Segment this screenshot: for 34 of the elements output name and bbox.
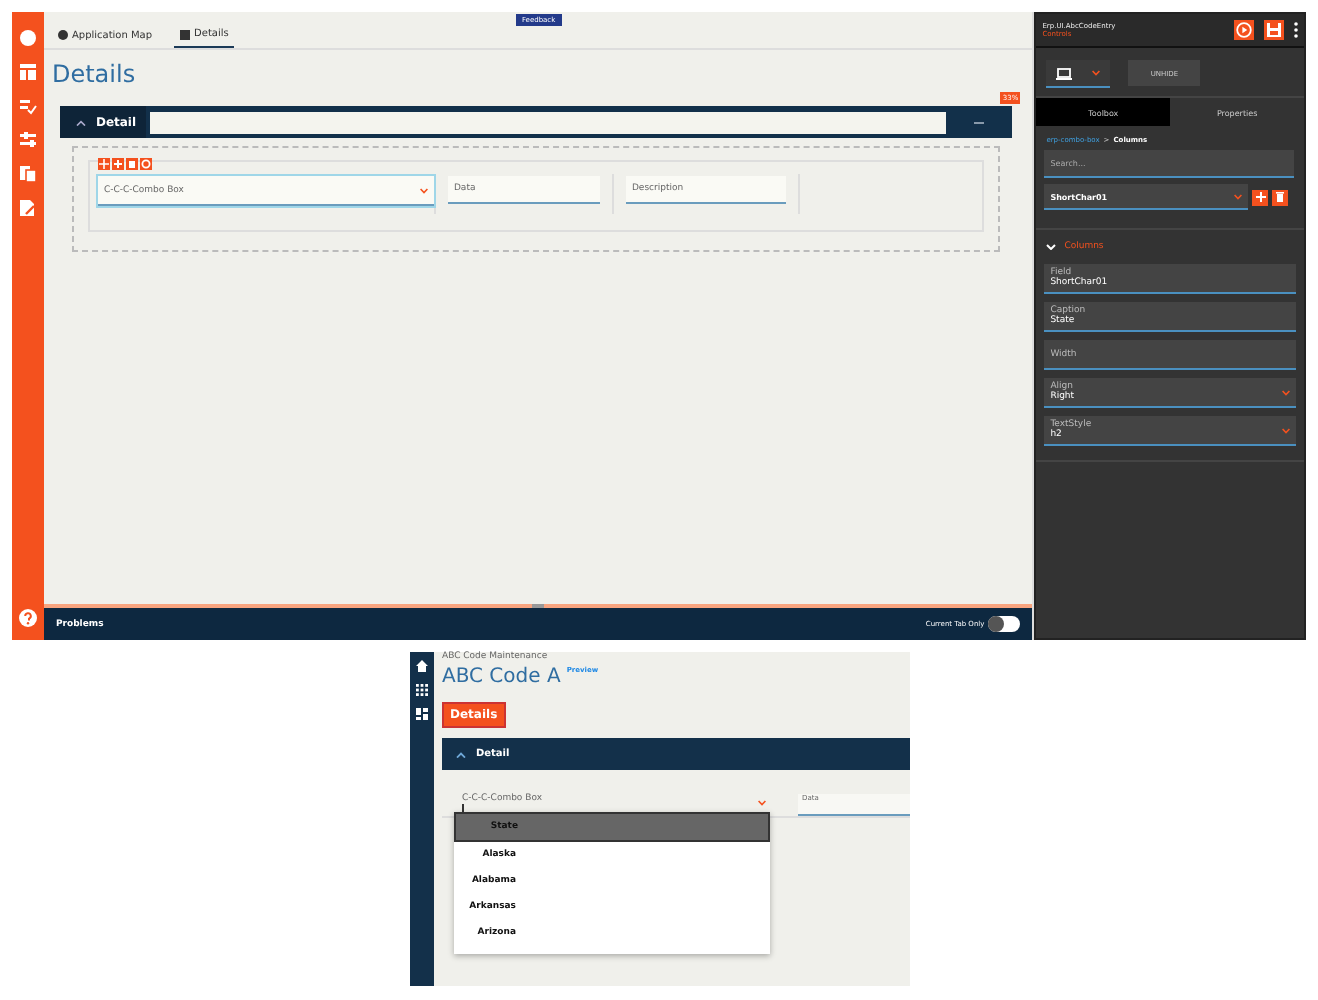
device-dropdown[interactable] <box>1046 60 1111 88</box>
caret-icon <box>1282 427 1290 433</box>
caret-icon <box>1234 193 1243 199</box>
checklist-icon[interactable] <box>17 96 38 116</box>
save-icon <box>1266 22 1282 38</box>
add-button[interactable] <box>1252 189 1269 205</box>
dashboard-icon[interactable] <box>416 708 428 720</box>
layout-icon[interactable] <box>17 62 38 82</box>
chevron-icon <box>456 751 466 757</box>
sliders-icon[interactable] <box>17 130 38 150</box>
caret-icon <box>1282 389 1290 395</box>
page-title: ABC Code A <box>442 666 561 688</box>
apps-icon[interactable] <box>416 684 428 696</box>
copy-icon[interactable] <box>17 164 38 184</box>
dash-icon <box>974 121 985 123</box>
plus-icon <box>1255 192 1266 202</box>
trash-icon <box>1276 192 1285 202</box>
help-icon[interactable] <box>17 608 38 628</box>
settings-icon[interactable] <box>139 158 152 170</box>
laptop-icon <box>1056 67 1073 79</box>
resize-handle-icon[interactable] <box>532 604 545 608</box>
add-icon[interactable] <box>111 158 124 170</box>
delete-button[interactable] <box>1272 189 1289 205</box>
caret-icon <box>758 799 766 805</box>
delete-icon[interactable] <box>125 158 138 170</box>
page-title: Details <box>49 58 138 92</box>
title-input[interactable] <box>150 111 947 133</box>
caret-icon <box>419 187 428 193</box>
save-button[interactable] <box>1264 20 1284 40</box>
caret-icon <box>1092 70 1101 76</box>
preview-button[interactable] <box>1234 20 1254 40</box>
edit-icon[interactable] <box>17 198 38 218</box>
toggle-switch[interactable] <box>988 616 1021 632</box>
play-icon <box>1236 22 1252 38</box>
